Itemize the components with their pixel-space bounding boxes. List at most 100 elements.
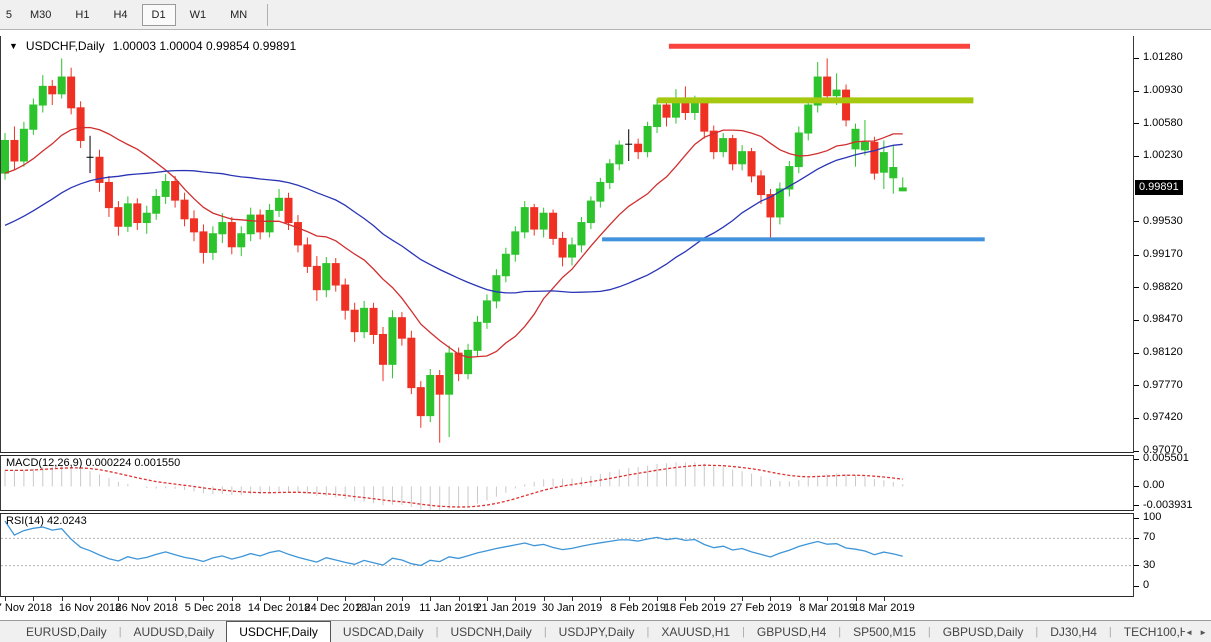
axis-tick <box>1134 385 1139 386</box>
axis-tick <box>1134 565 1139 566</box>
date-axis-label: 2 Jan 2019 <box>356 602 410 614</box>
price-axis-label: 0.99530 <box>1143 215 1183 227</box>
date-tick <box>799 597 800 601</box>
date-axis-label: 26 Nov 2018 <box>116 602 178 614</box>
date-tick <box>884 597 885 601</box>
axis-tick <box>1134 320 1139 321</box>
axis-tick <box>1134 486 1139 487</box>
date-tick <box>770 597 771 601</box>
macd-histogram <box>5 462 903 510</box>
price-axis-label: 0.99170 <box>1143 248 1183 260</box>
rsi-line <box>5 521 903 565</box>
axis-tick <box>1134 353 1139 354</box>
ma-fast-line <box>5 128 903 358</box>
date-tick <box>175 597 176 601</box>
support-line-blue[interactable] <box>602 237 985 241</box>
chart-symbol-label: USDCHF,Daily <box>26 39 105 53</box>
date-tick <box>317 597 318 601</box>
rsi-panel[interactable]: RSI(14) 42.0243 <box>0 514 1134 597</box>
tabbar-scroll-left-icon[interactable]: ◄ <box>1185 628 1193 637</box>
date-tick <box>5 597 6 601</box>
date-tick <box>685 597 686 601</box>
toolbar-separator <box>267 4 268 26</box>
symbol-tab-gbpusd-h4[interactable]: GBPUSD,H4 <box>745 621 838 642</box>
timeframe-button-w1[interactable]: W1 <box>180 4 217 26</box>
tabbar-scroll-right-icon[interactable]: ► <box>1199 628 1207 637</box>
price-axis-label: 0.005501 <box>1143 452 1189 464</box>
candlestick-series <box>2 58 907 442</box>
symbol-tab-usdjpy-daily[interactable]: USDJPY,Daily <box>547 621 647 642</box>
date-tick <box>147 597 148 601</box>
date-axis-label: 18 Feb 2019 <box>664 602 726 614</box>
date-tick <box>714 597 715 601</box>
date-axis[interactable]: 7 Nov 201816 Nov 201826 Nov 20185 Dec 20… <box>0 597 1134 620</box>
macd-panel[interactable]: MACD(12,26,9) 0.000224 0.001550 <box>0 456 1134 510</box>
timeframe-button-m30[interactable]: M30 <box>20 4 61 26</box>
date-axis-label: 7 Nov 2018 <box>0 602 52 614</box>
symbol-tab-bar: EURUSD,Daily|AUDUSD,DailyUSDCHF,DailyUSD… <box>0 620 1211 642</box>
date-tick <box>232 597 233 601</box>
timeframe-button-h4[interactable]: H4 <box>103 4 137 26</box>
axis-tick <box>1134 418 1139 419</box>
trading-terminal-window: 5M30H1H4D1W1MN ▼ USDCHF,Daily 1.00003 1.… <box>0 0 1211 642</box>
date-tick <box>402 597 403 601</box>
macd-signal-line <box>5 465 903 507</box>
symbol-tab-eurusd-daily[interactable]: EURUSD,Daily <box>14 621 119 642</box>
main-price-chart[interactable]: ▼ USDCHF,Daily 1.00003 1.00004 0.99854 0… <box>0 36 1134 452</box>
price-axis-label: 0.98820 <box>1143 281 1183 293</box>
date-axis-label: 27 Feb 2019 <box>730 602 792 614</box>
tabbar-scroller: ◄ ► <box>1185 621 1209 642</box>
symbol-tab-dj30-h4[interactable]: DJ30,H4 <box>1038 621 1109 642</box>
date-axis-label: 5 Dec 2018 <box>185 602 241 614</box>
price-axis-label: 100 <box>1143 511 1161 523</box>
timeframe-button-mn[interactable]: MN <box>220 4 257 26</box>
main-chart-canvas[interactable] <box>1 36 1133 452</box>
date-tick <box>345 597 346 601</box>
axis-tick <box>1134 518 1139 519</box>
price-axis-label: 1.00580 <box>1143 117 1183 129</box>
timeframe-button-h1[interactable]: H1 <box>65 4 99 26</box>
date-tick <box>629 597 630 601</box>
date-tick <box>203 597 204 601</box>
chart-menu-arrow-icon[interactable]: ▼ <box>9 41 18 51</box>
date-axis-label: 8 Mar 2019 <box>799 602 855 614</box>
date-tick <box>827 597 828 601</box>
timeframe-button-5[interactable]: 5 <box>2 4 16 26</box>
symbol-tab-usdcad-daily[interactable]: USDCAD,Daily <box>331 621 436 642</box>
timeframe-button-d1[interactable]: D1 <box>142 4 176 26</box>
date-tick <box>118 597 119 601</box>
resistance-line-olive[interactable] <box>658 97 974 103</box>
axis-tick <box>1134 123 1139 124</box>
date-axis-label: 11 Jan 2019 <box>419 602 479 614</box>
price-axis-label: 70 <box>1143 531 1155 543</box>
date-tick <box>430 597 431 601</box>
date-tick <box>544 597 545 601</box>
date-tick <box>572 597 573 601</box>
axis-tick <box>1134 58 1139 59</box>
date-axis-label: 30 Jan 2019 <box>542 602 603 614</box>
date-tick <box>856 597 857 601</box>
symbol-tab-usdchf-daily[interactable]: USDCHF,Daily <box>226 621 331 642</box>
price-axis-label: 1.00230 <box>1143 149 1183 161</box>
price-axis-label: 0.97420 <box>1143 411 1183 423</box>
date-axis-label: 21 Jan 2019 <box>476 602 537 614</box>
axis-tick <box>1134 586 1139 587</box>
price-axis-label: 0.97770 <box>1143 379 1183 391</box>
price-axis-label: 0.00 <box>1143 479 1164 491</box>
axis-tick <box>1134 91 1139 92</box>
resistance-line-red[interactable] <box>669 44 970 49</box>
symbol-tab-xauusd-h1[interactable]: XAUUSD,H1 <box>649 621 742 642</box>
symbol-tab-usdcnh-daily[interactable]: USDCNH,Daily <box>438 621 543 642</box>
symbol-tab-gbpusd-daily[interactable]: GBPUSD,Daily <box>931 621 1036 642</box>
price-axis[interactable]: 1.012801.009301.005801.002300.995300.991… <box>1134 30 1211 620</box>
symbol-tab-audusd-daily[interactable]: AUDUSD,Daily <box>122 621 227 642</box>
date-tick <box>62 597 63 601</box>
current-price-box: 0.99891 <box>1135 180 1183 195</box>
date-tick <box>742 597 743 601</box>
axis-tick <box>1134 221 1139 222</box>
axis-tick <box>1134 538 1139 539</box>
date-tick <box>600 597 601 601</box>
symbol-tab-sp500-m15[interactable]: SP500,M15 <box>841 621 928 642</box>
plot-column: ▼ USDCHF,Daily 1.00003 1.00004 0.99854 0… <box>0 36 1134 620</box>
date-tick <box>90 597 91 601</box>
